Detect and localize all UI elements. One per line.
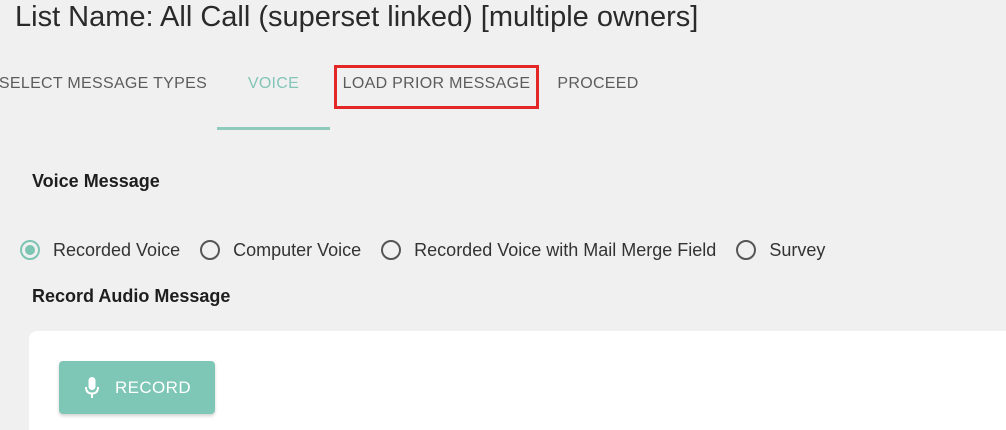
radio-label: Recorded Voice	[53, 239, 181, 260]
tab-label: PROCEED	[557, 75, 639, 92]
page-title: List Name: All Call (superset linked) [m…	[15, 1, 699, 33]
microphone-icon	[83, 376, 101, 400]
tab-label: VOICE	[247, 75, 300, 92]
tab-proceed[interactable]: PROCEED	[548, 52, 648, 130]
tab-voice[interactable]: VOICE	[217, 52, 330, 130]
radio-recorded-voice[interactable]: Recorded Voice	[20, 240, 180, 261]
radio-label: Computer Voice	[233, 239, 362, 260]
radio-recorded-voice-mail-merge[interactable]: Recorded Voice with Mail Merge Field	[381, 240, 716, 261]
voice-type-radio-group: Recorded Voice Computer Voice Recorded V…	[20, 236, 845, 264]
radio-label: Recorded Voice with Mail Merge Field	[414, 239, 717, 260]
tab-label: LOAD PRIOR MESSAGE	[342, 75, 531, 92]
page: List Name: All Call (superset linked) [m…	[0, 0, 1006, 430]
radio-button[interactable]	[736, 240, 757, 260]
record-audio-label: Record Audio Message	[32, 286, 231, 306]
record-button-label: RECORD	[114, 377, 192, 397]
record-panel: RECORD	[29, 331, 1006, 430]
voice-message-label: Voice Message	[32, 171, 160, 191]
tab-bar: SELECT MESSAGE TYPES VOICE LOAD PRIOR ME…	[0, 52, 1006, 130]
radio-label: Survey	[769, 239, 826, 260]
active-tab-indicator	[217, 127, 330, 130]
tab-select-message-types[interactable]: SELECT MESSAGE TYPES	[0, 52, 208, 130]
radio-button-checked[interactable]	[20, 240, 40, 260]
radio-dot	[25, 245, 35, 255]
record-button[interactable]: RECORD	[59, 361, 215, 414]
radio-button[interactable]	[381, 240, 402, 260]
radio-survey[interactable]: Survey	[736, 240, 825, 261]
tab-label: SELECT MESSAGE TYPES	[0, 75, 208, 92]
radio-button[interactable]	[200, 240, 221, 260]
tab-load-prior-message[interactable]: LOAD PRIOR MESSAGE	[334, 52, 539, 130]
radio-computer-voice[interactable]: Computer Voice	[200, 240, 361, 261]
